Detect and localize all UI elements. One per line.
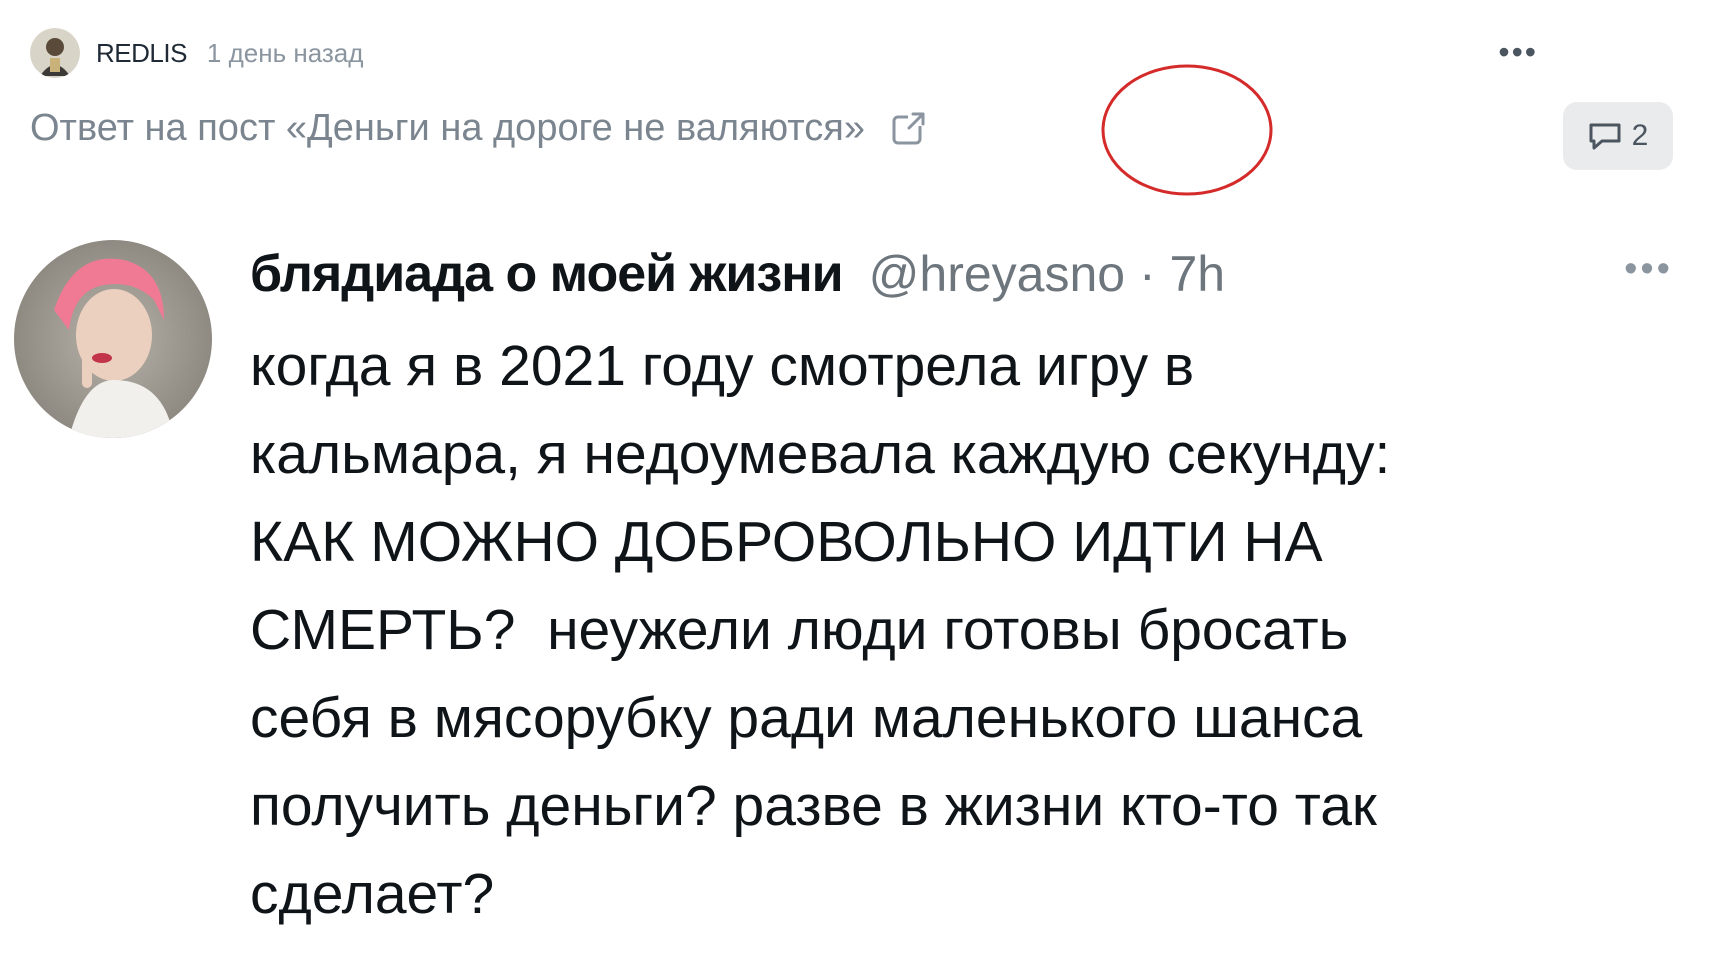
tweet-text-line: КАК МОЖНО ДОБРОВОЛЬНО ИДТИ НА	[250, 510, 1323, 574]
comments-button[interactable]: 2	[1563, 102, 1673, 170]
tweet-more-dots-icon: •••	[1624, 248, 1673, 290]
tweet-text-line: когда я в 2021 году смотрела игру в	[250, 334, 1195, 398]
more-dots-icon[interactable]: •••	[1498, 34, 1538, 71]
tweet-author-name: блядиада о моей жизни	[250, 245, 844, 303]
author-name[interactable]: REDLIS	[96, 38, 187, 69]
reply-line: Ответ на пост «Деньги на дороге не валяю…	[30, 100, 927, 156]
comment-icon	[1589, 123, 1621, 150]
annotation-circle	[1101, 64, 1273, 196]
tweet-handle-time: @hreyasno · 7h	[868, 246, 1226, 302]
post-header: REDLIS 1 день назад	[30, 28, 363, 78]
reply-link[interactable]: Ответ на пост «Деньги на дороге не валяю…	[30, 107, 865, 150]
tweet-text-line: кальмара, я недоумевала каждую секунду:	[250, 422, 1391, 486]
comments-count: 2	[1631, 119, 1649, 152]
author-avatar[interactable]	[30, 28, 80, 78]
tweet-text: когда я в 2021 году смотрела игру в каль…	[250, 322, 1650, 938]
tweet-avatar	[14, 240, 212, 438]
tweet-text-line: себя в мясорубку ради маленького шанса	[250, 686, 1363, 750]
tweet-text-line: получить деньги? разве в жизни кто-то та…	[250, 774, 1377, 838]
tweet-text-line: СМЕРТЬ? неужели люди готовы бросать	[250, 598, 1349, 662]
post-time: 1 день назад	[206, 37, 364, 68]
external-link-icon[interactable]	[891, 110, 927, 146]
tweet-header: блядиада о моей жизни @hreyasno · 7h	[250, 242, 1225, 306]
tweet-card: блядиада о моей жизни @hreyasno · 7h •••…	[0, 230, 1723, 960]
tweet-text-line: сделает?	[250, 862, 495, 926]
